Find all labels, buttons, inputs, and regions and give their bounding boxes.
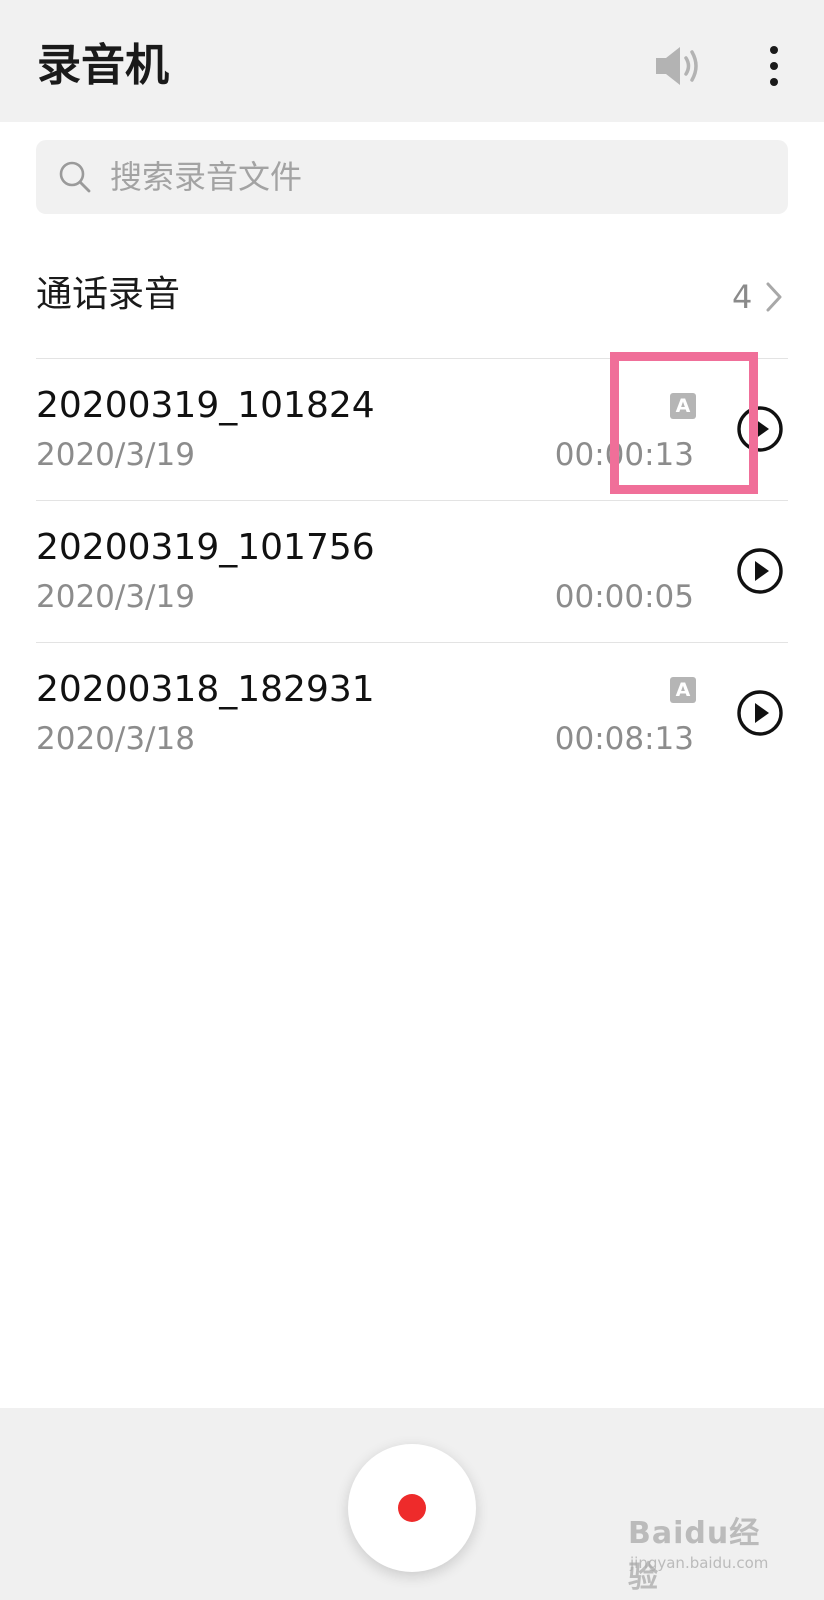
play-icon (755, 703, 769, 723)
more-options-button[interactable] (756, 38, 792, 94)
recording-duration: 00:00:05 (554, 579, 694, 615)
search-icon (59, 161, 91, 193)
play-icon (755, 561, 769, 581)
auto-record-badge-icon: A (670, 677, 696, 703)
chevron-right-icon (766, 282, 782, 312)
recording-row[interactable]: 20200318_182931 2020/3/18 00:08:13 A (36, 642, 788, 784)
call-recordings-entry[interactable]: 通话录音 4 (36, 258, 788, 358)
watermark: Baidu经验 jingyan.baidu.com (628, 1508, 788, 1595)
recording-date: 2020/3/19 (36, 437, 195, 473)
recording-name: 20200319_101756 (36, 527, 375, 568)
app-header: 录音机 (0, 0, 824, 122)
record-button[interactable] (348, 1444, 476, 1572)
recording-duration: 00:08:13 (554, 721, 694, 757)
recorder-app: 录音机 通话录音 4 20200319_101824 (0, 0, 824, 1600)
annotation-highlight-box (610, 352, 758, 494)
recording-date: 2020/3/18 (36, 721, 195, 757)
play-button[interactable] (736, 547, 784, 595)
speaker-button[interactable] (652, 42, 706, 90)
call-recordings-count: 4 (732, 278, 753, 316)
recording-date: 2020/3/19 (36, 579, 195, 615)
speaker-icon (656, 47, 698, 85)
more-vertical-icon (770, 46, 778, 54)
watermark-logo: Baidu经验 (628, 1516, 761, 1595)
call-recordings-label: 通话录音 (36, 274, 181, 315)
record-icon (398, 1494, 426, 1522)
recording-name: 20200318_182931 (36, 669, 375, 710)
search-bar[interactable] (36, 140, 788, 214)
recording-row[interactable]: 20200319_101756 2020/3/19 00:00:05 (36, 500, 788, 642)
watermark-url: jingyan.baidu.com (630, 1554, 769, 1572)
play-button[interactable] (736, 689, 784, 737)
recording-name: 20200319_101824 (36, 385, 375, 426)
search-input[interactable] (110, 152, 750, 202)
page-title: 录音机 (37, 40, 169, 91)
